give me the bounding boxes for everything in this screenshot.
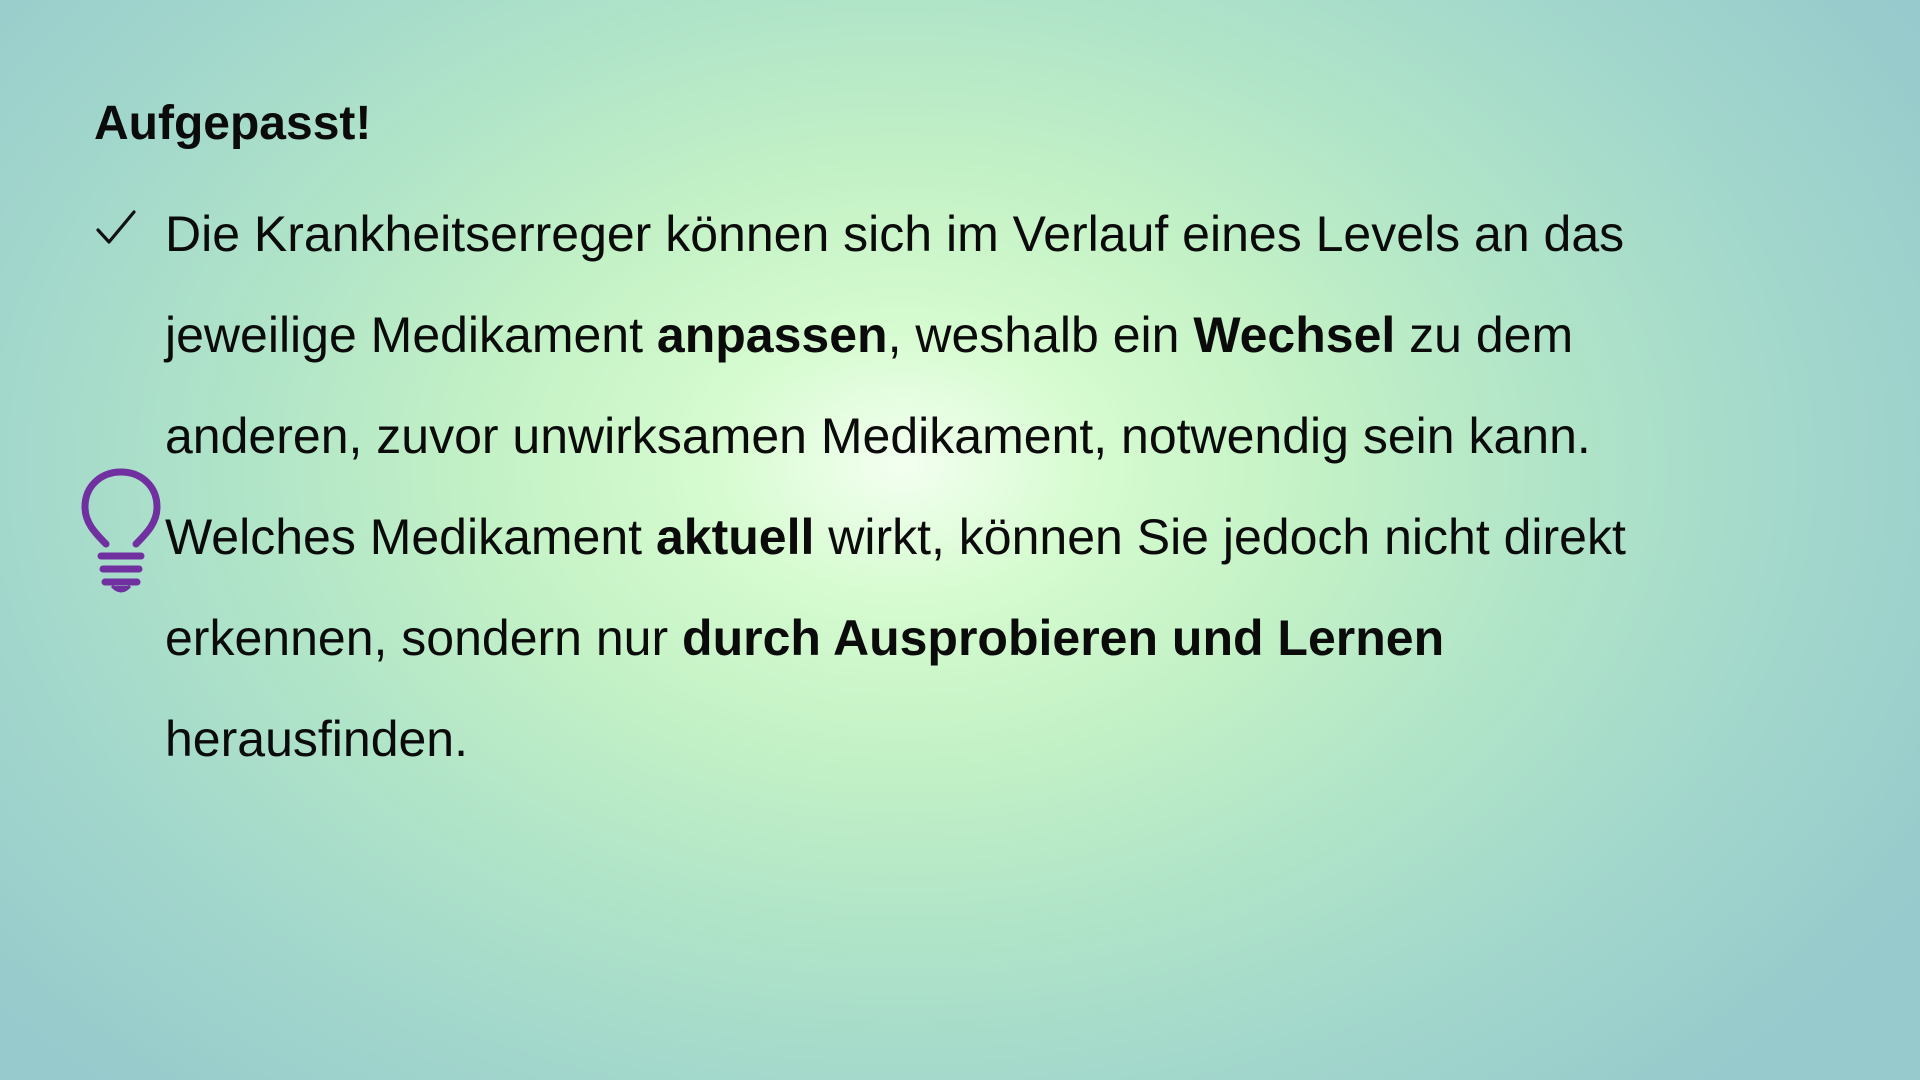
- bullet-text: Die Krankheitserreger können sich im Ver…: [165, 184, 1725, 790]
- checkmark-icon: [96, 210, 136, 244]
- emphasis-text: anpassen: [656, 307, 888, 363]
- text-segment: wirkt, können Sie jedoch nicht direkt: [814, 509, 1626, 565]
- emphasis-text: Wechsel: [1193, 307, 1396, 363]
- slide-title: Aufgepasst!: [94, 97, 372, 150]
- text-segment: , weshalb ein: [887, 307, 1194, 363]
- text-segment: Welches Medikament: [165, 509, 656, 565]
- emphasis-text: aktuell: [655, 509, 815, 565]
- text-segment: erkennen, sondern nur: [165, 610, 683, 666]
- lightbulb-icon: [81, 468, 161, 593]
- text-segment: jeweilige Medikament: [165, 307, 657, 363]
- text-line: Die Krankheitserreger können sich im Ver…: [165, 184, 1725, 285]
- emphasis-text: durch Ausprobieren und Lernen: [682, 610, 1445, 666]
- text-segment: anderen, zuvor unwirksamen Medikament, n…: [165, 408, 1591, 464]
- text-line: erkennen, sondern nur durch Ausprobieren…: [165, 588, 1725, 689]
- text-segment: herausfinden.: [165, 711, 469, 767]
- text-segment: Die Krankheitserreger können sich im Ver…: [165, 206, 1625, 262]
- text-segment: zu dem: [1395, 307, 1574, 363]
- text-line: Welches Medikament aktuell wirkt, können…: [165, 487, 1725, 588]
- text-line: herausfinden.: [165, 689, 1725, 790]
- text-line: jeweilige Medikament anpassen, weshalb e…: [165, 285, 1725, 386]
- text-line: anderen, zuvor unwirksamen Medikament, n…: [165, 386, 1725, 487]
